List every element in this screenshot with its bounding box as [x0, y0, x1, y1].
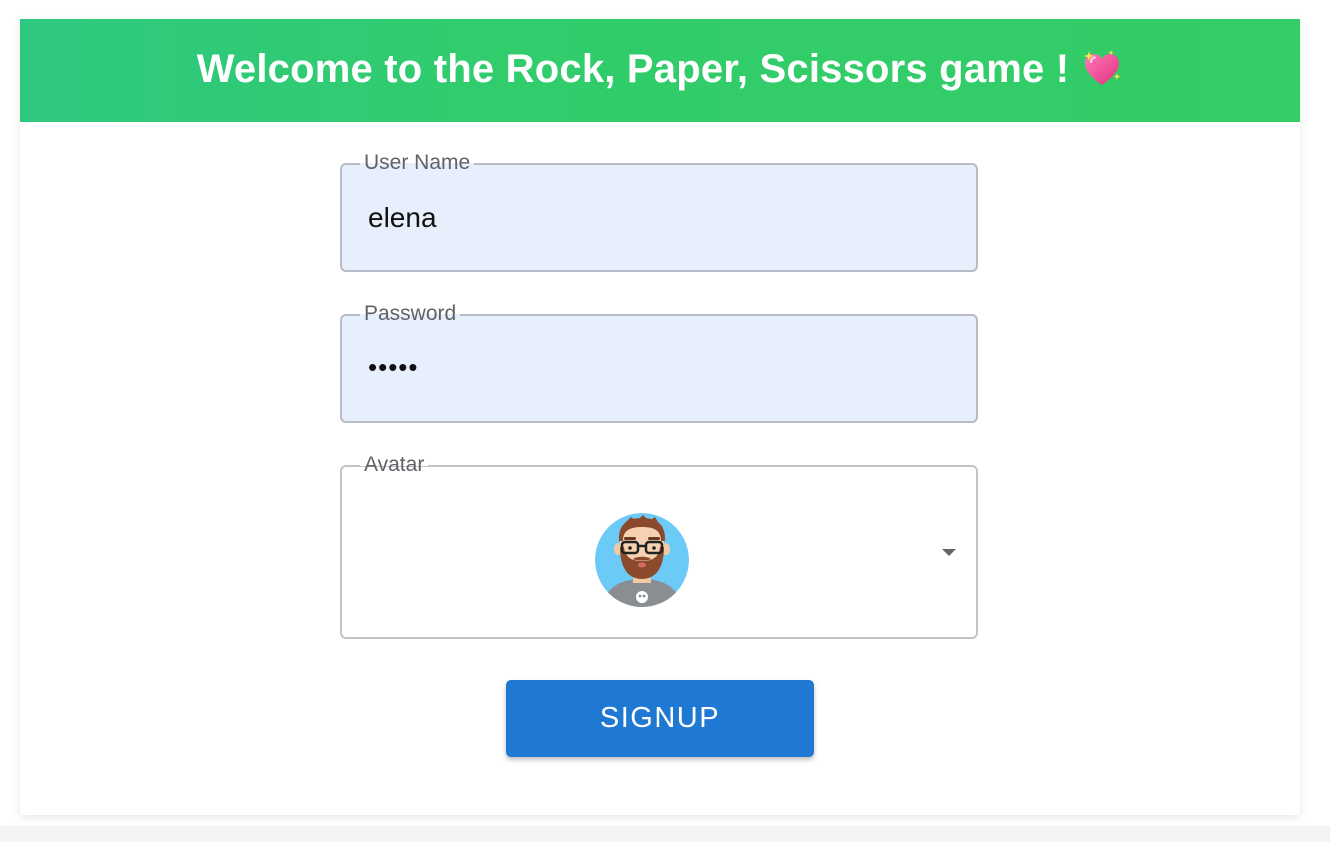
bearded-man-glasses-avatar[interactable] — [595, 513, 689, 607]
signup-card: Welcome to the Rock, Paper, Scissors gam… — [20, 19, 1300, 815]
caret-down-icon[interactable] — [942, 549, 956, 556]
username-input[interactable] — [368, 165, 956, 270]
password-label: Password — [360, 302, 461, 326]
password-field[interactable]: Password ••••• — [340, 302, 978, 423]
avatar-select[interactable]: Avatar — [340, 453, 978, 639]
signup-button[interactable]: SIGNUP — [506, 680, 814, 757]
bottom-strip — [0, 826, 1330, 842]
avatar-label: Avatar — [360, 453, 429, 477]
username-field[interactable]: User Name — [340, 151, 978, 272]
page-title: Welcome to the Rock, Paper, Scissors gam… — [197, 47, 1124, 92]
page-title-text: Welcome to the Rock, Paper, Scissors gam… — [196, 47, 1070, 91]
sparkling-heart-icon — [1084, 49, 1121, 85]
header-banner: Welcome to the Rock, Paper, Scissors gam… — [20, 19, 1300, 122]
password-input[interactable]: ••••• — [368, 352, 419, 383]
